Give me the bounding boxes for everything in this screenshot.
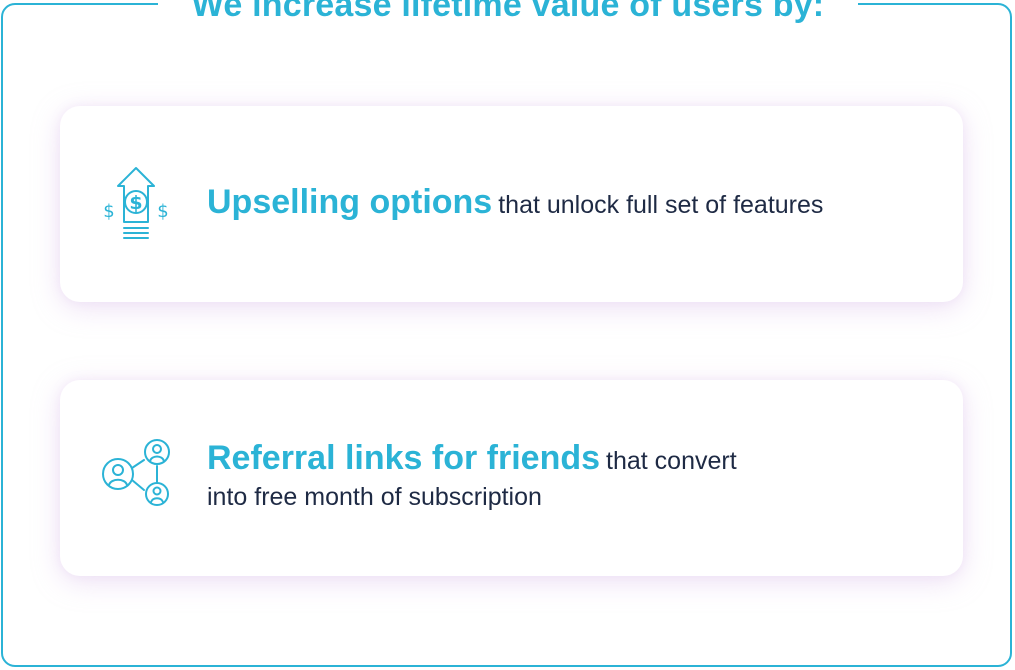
content-frame: We increase lifetime value of users by: … bbox=[1, 0, 1012, 667]
svg-text:$: $ bbox=[157, 201, 168, 222]
feature-text-referral: Referral links for friends that convert i… bbox=[207, 440, 737, 515]
svg-text:$: $ bbox=[103, 201, 114, 222]
feature-description: that convert bbox=[606, 447, 737, 475]
svg-text:$: $ bbox=[129, 192, 142, 214]
feature-highlight: Referral links for friends bbox=[207, 439, 601, 477]
feature-card-upselling: $ $ $ Upselling options that unlock full … bbox=[60, 106, 963, 302]
dollar-upsell-icon: $ $ $ bbox=[96, 164, 176, 244]
feature-card-referral: Referral links for friends that convert i… bbox=[60, 380, 963, 576]
section-heading: We increase lifetime value of users by: bbox=[158, 0, 858, 23]
feature-highlight: Upselling options bbox=[207, 183, 493, 221]
feature-description-line2: into free month of subscription bbox=[207, 483, 542, 511]
feature-text-upselling: Upselling options that unlock full set of… bbox=[207, 184, 823, 223]
referral-network-icon bbox=[96, 434, 176, 514]
feature-description: that unlock full set of features bbox=[498, 191, 824, 219]
